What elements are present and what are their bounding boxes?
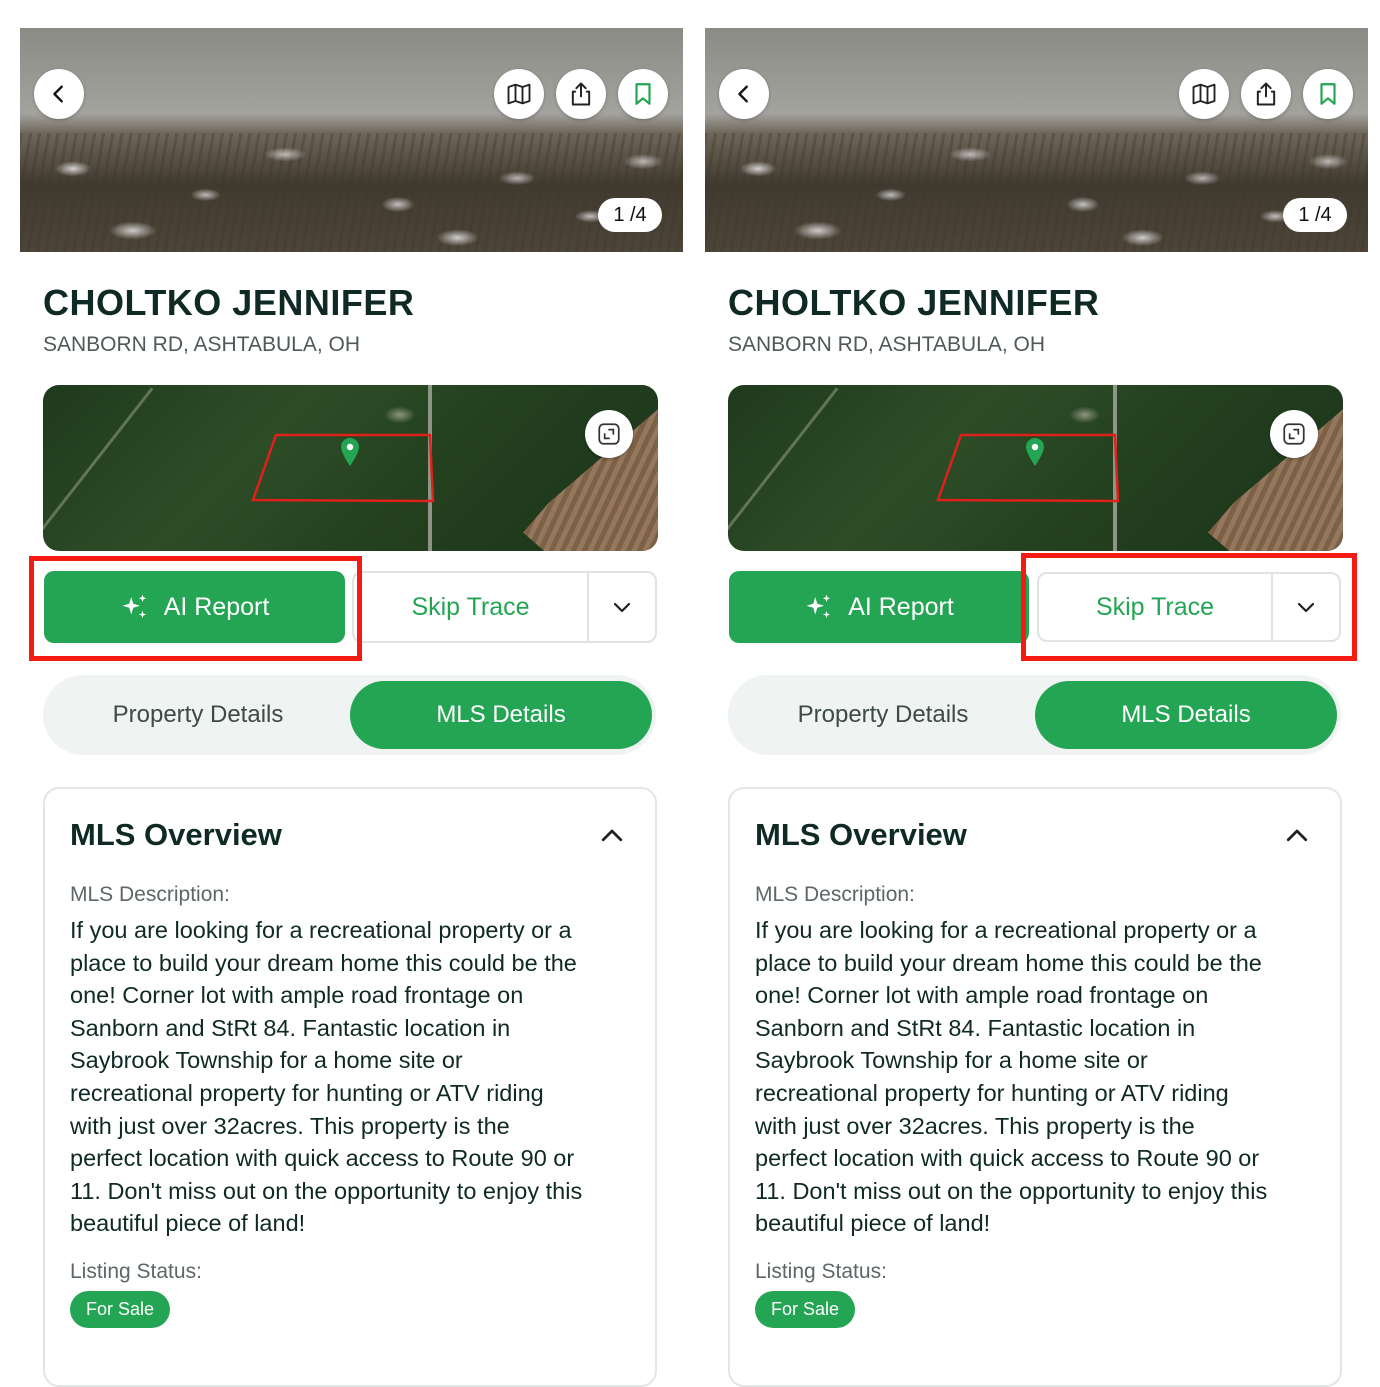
map-button[interactable] bbox=[494, 69, 544, 119]
photo-counter: 1 /4 bbox=[1283, 198, 1347, 232]
collapse-button[interactable] bbox=[1282, 821, 1312, 856]
property-photo[interactable] bbox=[20, 28, 683, 252]
chevron-down-icon bbox=[613, 602, 631, 613]
satellite-map[interactable] bbox=[43, 385, 658, 551]
parcel-outline bbox=[936, 433, 1120, 503]
owner-name: CHOLTKO JENNIFER bbox=[728, 282, 1100, 323]
location-pin-icon bbox=[1026, 438, 1044, 466]
detail-tabs: Property Details MLS Details bbox=[728, 675, 1341, 755]
panel-right: 1 /4 CHOLTKO JENNIFER SANBORN RD, ASHTAB… bbox=[685, 0, 1369, 1387]
parcel-outline bbox=[251, 433, 435, 503]
detail-tabs: Property Details MLS Details bbox=[43, 675, 656, 755]
description-line: If you are looking for a recreational pr… bbox=[70, 917, 572, 943]
description-line: beautiful piece of land! bbox=[755, 1210, 991, 1237]
back-icon bbox=[738, 85, 748, 103]
skip-trace-button[interactable]: Skip Trace bbox=[354, 573, 587, 641]
map-icon bbox=[507, 83, 531, 105]
highlight-box bbox=[29, 556, 362, 661]
description-line: 11. Don't miss out on the opportunity to… bbox=[70, 1177, 583, 1204]
collapse-button[interactable] bbox=[597, 821, 627, 856]
map-icon bbox=[1192, 83, 1216, 105]
expand-map-button[interactable] bbox=[1270, 410, 1318, 458]
mls-description: If you are looking for a recreational pr… bbox=[755, 914, 1315, 1240]
description-line: one! Corner lot with ample road frontage… bbox=[755, 982, 1209, 1009]
bookmark-icon bbox=[1320, 83, 1336, 105]
description-line: beautiful piece of land! bbox=[70, 1210, 306, 1237]
property-address: SANBORN RD, ASHTABULA, OH bbox=[728, 333, 1046, 356]
description-line: one! Corner lot with ample road frontage… bbox=[70, 982, 524, 1009]
bookmark-button[interactable] bbox=[1303, 69, 1353, 119]
description-line: Saybrook Township for a home site or bbox=[70, 1047, 463, 1074]
ai-report-button[interactable]: AI Report bbox=[729, 571, 1029, 643]
expand-icon bbox=[1283, 423, 1305, 445]
description-line: Sanborn and StRt 84. Fantastic location … bbox=[70, 1014, 511, 1041]
skip-trace-group: Skip Trace bbox=[352, 571, 657, 643]
ai-report-label: AI Report bbox=[848, 592, 954, 621]
description-line: 11. Don't miss out on the opportunity to… bbox=[755, 1177, 1268, 1204]
description-line: Saybrook Township for a home site or bbox=[755, 1047, 1148, 1074]
description-line: recreational property for hunting or ATV… bbox=[755, 1079, 1229, 1106]
description-line: If you are looking for a recreational pr… bbox=[755, 917, 1257, 943]
expand-map-button[interactable] bbox=[585, 410, 633, 458]
skip-trace-dropdown-button[interactable] bbox=[589, 573, 655, 641]
bookmark-icon bbox=[635, 83, 651, 105]
tab-mls-details[interactable]: MLS Details bbox=[350, 681, 652, 749]
card-title: MLS Overview bbox=[70, 817, 282, 852]
panel-left: 1 /4 CHOLTKO JENNIFER SANBORN RD, ASHTAB… bbox=[0, 0, 684, 1387]
share-button[interactable] bbox=[1241, 69, 1291, 119]
sparkles-icon bbox=[806, 594, 831, 619]
photo-counter: 1 /4 bbox=[598, 198, 662, 232]
property-photo[interactable] bbox=[705, 28, 1368, 252]
tab-property-details[interactable]: Property Details bbox=[728, 675, 1038, 755]
bookmark-button[interactable] bbox=[618, 69, 668, 119]
back-icon bbox=[53, 85, 63, 103]
expand-icon bbox=[598, 423, 620, 445]
share-icon bbox=[1256, 82, 1276, 106]
mls-overview-card: MLS Overview MLS Description: If you are… bbox=[43, 787, 657, 1387]
description-line: perfect location with quick access to Ro… bbox=[70, 1145, 575, 1172]
mls-overview-card: MLS Overview MLS Description: If you are… bbox=[728, 787, 1342, 1387]
location-pin-icon bbox=[341, 438, 359, 466]
card-title: MLS Overview bbox=[755, 817, 967, 852]
owner-name: CHOLTKO JENNIFER bbox=[43, 282, 415, 323]
back-button[interactable] bbox=[34, 69, 84, 119]
description-line: with just over 32acres. This property is… bbox=[755, 1112, 1195, 1139]
description-label: MLS Description: bbox=[70, 883, 230, 906]
back-button[interactable] bbox=[719, 69, 769, 119]
satellite-map[interactable] bbox=[728, 385, 1343, 551]
share-icon bbox=[571, 82, 591, 106]
description-line: perfect location with quick access to Ro… bbox=[755, 1145, 1260, 1172]
property-address: SANBORN RD, ASHTABULA, OH bbox=[43, 333, 361, 356]
description-line: place to build your dream home this coul… bbox=[70, 949, 577, 976]
listing-status-label: Listing Status: bbox=[755, 1260, 887, 1283]
description-label: MLS Description: bbox=[755, 883, 915, 906]
tab-mls-details[interactable]: MLS Details bbox=[1035, 681, 1337, 749]
map-button[interactable] bbox=[1179, 69, 1229, 119]
description-line: Sanborn and StRt 84. Fantastic location … bbox=[755, 1014, 1196, 1041]
description-line: with just over 32acres. This property is… bbox=[70, 1112, 510, 1139]
share-button[interactable] bbox=[556, 69, 606, 119]
status-badge: For Sale bbox=[70, 1291, 171, 1328]
description-line: recreational property for hunting or ATV… bbox=[70, 1079, 544, 1106]
highlight-box bbox=[1021, 553, 1357, 661]
status-badge: For Sale bbox=[755, 1291, 856, 1328]
mls-description: If you are looking for a recreational pr… bbox=[70, 914, 630, 1240]
chevron-up-icon bbox=[601, 829, 623, 842]
listing-status-label: Listing Status: bbox=[70, 1260, 202, 1283]
tab-property-details[interactable]: Property Details bbox=[43, 675, 353, 755]
chevron-up-icon bbox=[1286, 829, 1308, 842]
description-line: place to build your dream home this coul… bbox=[755, 949, 1262, 976]
